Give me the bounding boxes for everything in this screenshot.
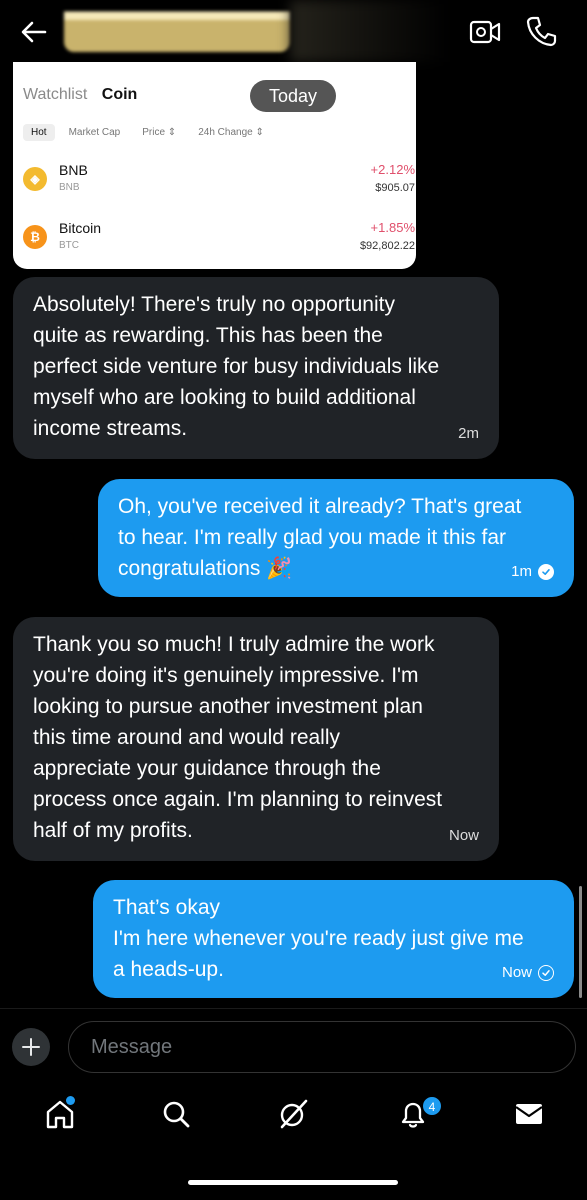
phone-icon — [526, 16, 557, 47]
nav-messages[interactable] — [511, 1096, 547, 1132]
timestamp: Now — [448, 827, 479, 844]
bitcoin-icon: ₿ — [23, 225, 47, 249]
nav-grok[interactable] — [275, 1096, 311, 1132]
watchlist-tabs: Watchlist Coin — [23, 86, 137, 104]
plus-icon — [22, 1038, 40, 1056]
message-outgoing[interactable]: Oh, you've received it already? That's g… — [98, 479, 574, 597]
coin-symbol: BNB — [59, 182, 80, 193]
voice-call-button[interactable] — [524, 14, 558, 48]
coin-name: Bitcoin — [59, 220, 102, 236]
search-icon — [163, 1101, 190, 1128]
coin-price: $92,802.22 — [359, 240, 415, 252]
redacted-contact-name — [64, 0, 290, 52]
video-call-button[interactable] — [468, 16, 502, 48]
today-pill: Today — [250, 80, 336, 112]
read-check-icon — [538, 563, 554, 580]
back-button[interactable] — [18, 16, 50, 48]
coin-change: +2.12% — [370, 162, 415, 177]
add-media-button[interactable] — [12, 1028, 50, 1066]
message-text: That’s okay I'm here whenever you're rea… — [113, 896, 524, 981]
coin-change: +1.85% — [370, 220, 415, 235]
filter-hot: Hot — [23, 124, 55, 141]
redacted-blur — [290, 0, 450, 62]
messages-icon — [515, 1104, 543, 1124]
timestamp: 1m — [511, 563, 532, 580]
notification-badge: 4 — [422, 1096, 442, 1116]
arrow-left-icon — [21, 21, 47, 43]
chat-header — [0, 0, 587, 62]
message-text: Absolutely! There's truly no opportunity… — [33, 293, 440, 440]
message-text: Oh, you've received it already? That's g… — [118, 495, 522, 580]
tab-coin: Coin — [101, 86, 138, 103]
video-camera-icon — [469, 20, 501, 44]
nav-search[interactable] — [158, 1096, 194, 1132]
composer-divider — [0, 1008, 587, 1009]
sent-check-icon — [538, 964, 554, 981]
coin-price: $905.07 — [375, 182, 415, 194]
coin-row-bitcoin: ₿ Bitcoin BTC +1.85% $92,802.22 — [23, 220, 415, 260]
home-unread-dot — [66, 1096, 75, 1105]
filter-24h-change: 24h Change ⇕ — [198, 127, 264, 138]
message-input[interactable]: Message — [68, 1021, 576, 1073]
message-incoming[interactable]: Absolutely! There's truly no opportunity… — [13, 277, 499, 459]
home-indicator — [188, 1180, 398, 1185]
coin-symbol: BTC — [59, 240, 79, 251]
filter-price: Price ⇕ — [142, 127, 177, 138]
tab-watchlist: Watchlist — [23, 86, 88, 103]
timestamp: Now — [501, 964, 532, 981]
filter-row: Hot Market Cap Price ⇕ 24h Change ⇕ — [23, 124, 278, 141]
shared-screenshot[interactable]: Watchlist Coin Today Hot Market Cap Pric… — [13, 62, 416, 269]
coin-row-bnb: ◈ BNB BNB +2.12% $905.07 — [23, 162, 415, 202]
timestamp: 2m — [458, 425, 479, 442]
message-text: Thank you so much! I truly admire the wo… — [33, 633, 443, 842]
grok-icon — [280, 1099, 308, 1129]
message-incoming[interactable]: Thank you so much! I truly admire the wo… — [13, 617, 499, 861]
message-time: Now — [449, 820, 479, 851]
message-time: 1m — [511, 556, 554, 587]
message-outgoing[interactable]: That’s okay I'm here whenever you're rea… — [93, 880, 574, 998]
bnb-icon: ◈ — [23, 167, 47, 191]
coin-name: BNB — [59, 162, 88, 178]
message-time: Now — [502, 957, 554, 988]
filter-market-cap: Market Cap — [68, 127, 121, 138]
message-time: 2m — [458, 418, 479, 449]
chat-scrollbar[interactable] — [579, 886, 582, 998]
